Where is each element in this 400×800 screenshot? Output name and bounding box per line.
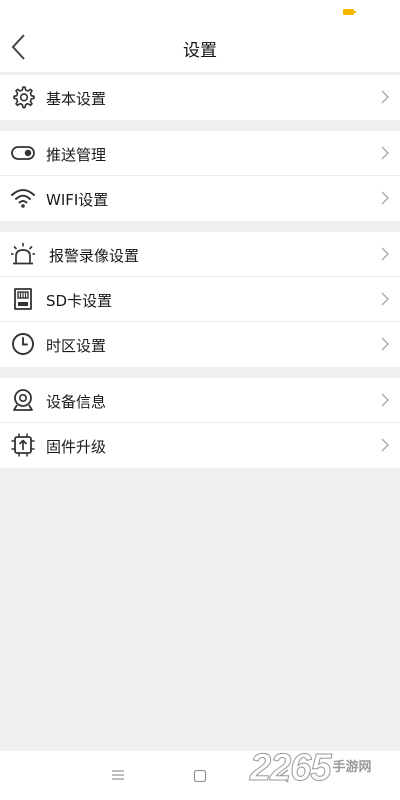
clock-icon — [12, 333, 34, 355]
chevron-right-icon — [381, 247, 389, 261]
settings-item-alarm-recording[interactable]: 报警录像设置 — [0, 232, 400, 277]
watermark-logo: 2265 手游网 — [250, 746, 400, 790]
chevron-right-icon — [381, 191, 389, 205]
chevron-right-icon — [381, 146, 389, 160]
chevron-right-icon — [381, 438, 389, 452]
chevron-right-icon — [381, 292, 389, 306]
header-bar: 设置 — [0, 0, 400, 72]
settings-item-wifi[interactable]: WIFI设置 — [0, 176, 400, 221]
settings-group-device: 设备信息 固件升级 — [0, 378, 400, 468]
watermark-number: 2265 — [250, 746, 333, 789]
settings-item-label: 时区设置 — [46, 337, 107, 355]
gear-icon — [13, 86, 35, 109]
page-title: 设置 — [183, 41, 217, 61]
alarm-light-icon — [11, 243, 35, 265]
settings-group-recording: 报警录像设置 SD卡设置 时区设置 — [0, 232, 400, 367]
settings-item-label: 基本设置 — [46, 90, 107, 108]
wifi-icon — [11, 189, 35, 208]
settings-group-network: 推送管理 WIFI设置 — [0, 131, 400, 221]
settings-item-label: SD卡设置 — [46, 292, 113, 310]
settings-item-label: 固件升级 — [46, 438, 107, 456]
firmware-upgrade-icon — [11, 433, 35, 457]
watermark-text: 手游网 — [333, 761, 372, 775]
watermark-text-top: 手游网 — [332, 760, 372, 775]
settings-item-firmware[interactable]: 固件升级 — [0, 423, 400, 468]
toggle-icon — [11, 146, 35, 160]
settings-item-label: 报警录像设置 — [49, 247, 140, 265]
square-icon[interactable] — [193, 769, 207, 783]
settings-item-timezone[interactable]: 时区设置 — [0, 322, 400, 367]
settings-item-push[interactable]: 推送管理 — [0, 131, 400, 176]
settings-item-device-info[interactable]: 设备信息 — [0, 378, 400, 423]
chevron-right-icon — [381, 337, 389, 351]
sd-card-icon — [14, 288, 32, 310]
chevron-right-icon — [381, 393, 389, 407]
settings-item-label: 推送管理 — [46, 146, 107, 164]
settings-item-label: WIFI设置 — [46, 191, 109, 209]
settings-item-sd-card[interactable]: SD卡设置 — [0, 277, 400, 322]
chevron-right-icon — [381, 90, 389, 104]
menu-icon[interactable] — [111, 769, 125, 781]
settings-group-basic: 基本设置 — [0, 75, 400, 120]
camera-icon — [13, 389, 33, 411]
settings-item-basic[interactable]: 基本设置 — [0, 75, 400, 120]
settings-item-label: 设备信息 — [46, 393, 107, 411]
battery-icon — [343, 9, 356, 15]
